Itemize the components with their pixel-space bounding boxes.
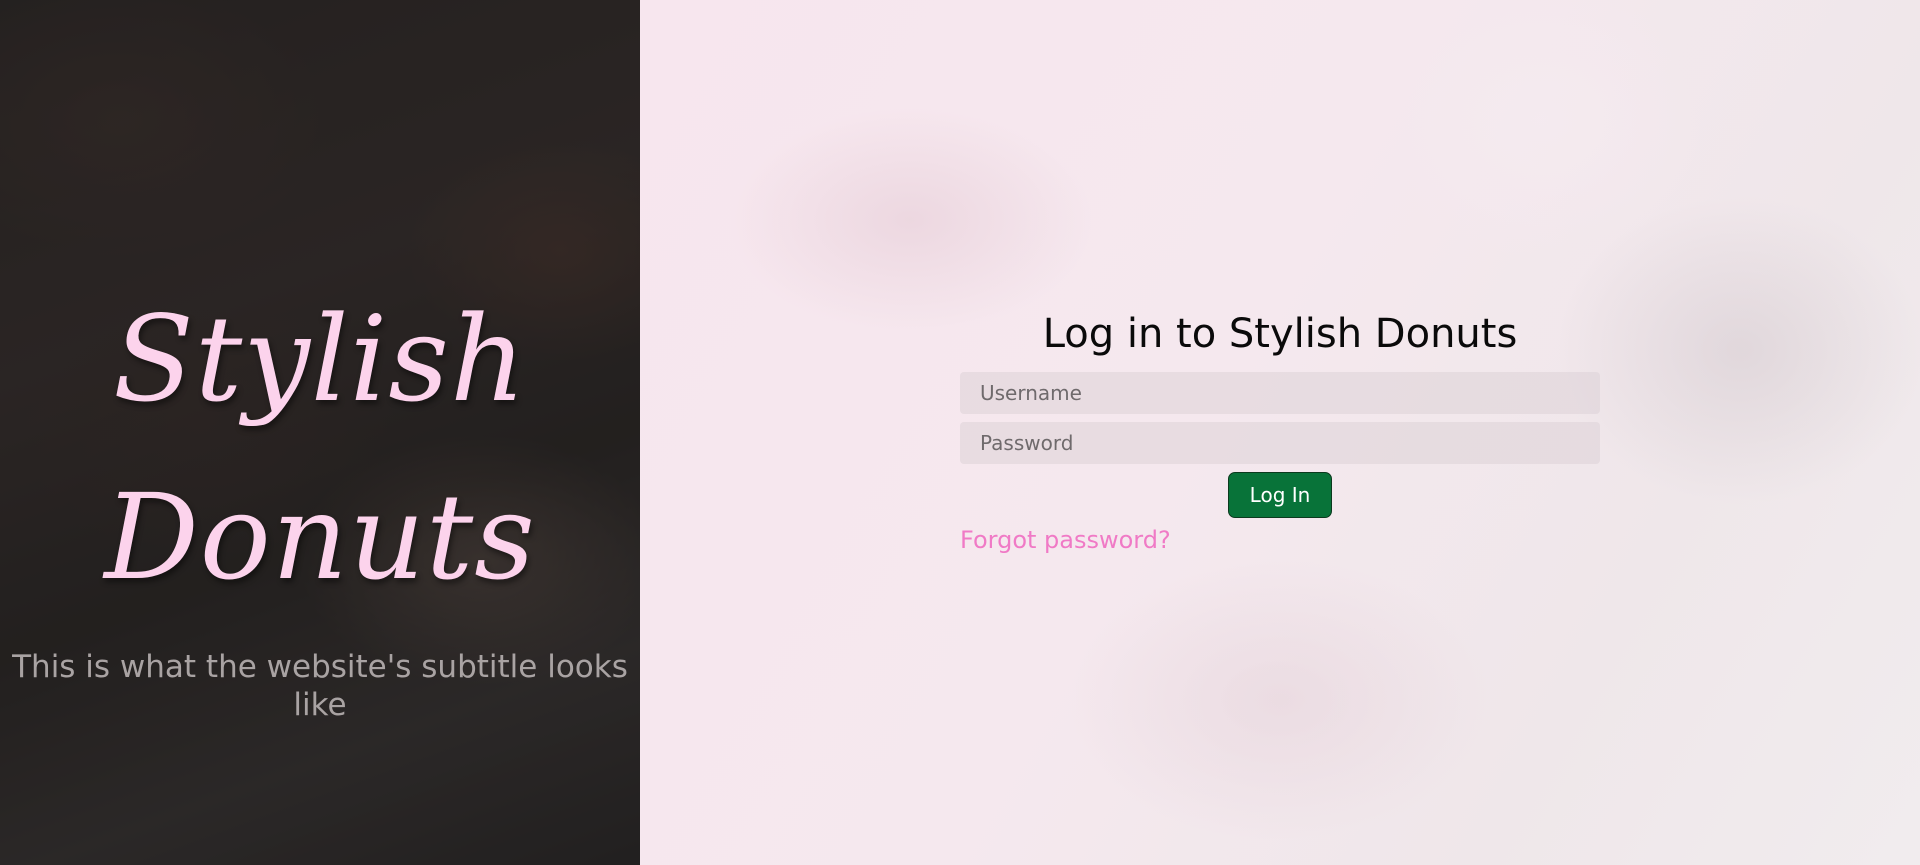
login-panel: Log in to Stylish Donuts Log In Forgot p… bbox=[640, 0, 1920, 865]
hero-panel: Stylish Donuts This is what the website'… bbox=[0, 0, 640, 865]
submit-row: Log In bbox=[960, 472, 1600, 518]
login-button[interactable]: Log In bbox=[1228, 472, 1332, 518]
site-title: Stylish Donuts bbox=[0, 270, 640, 626]
username-input[interactable] bbox=[960, 372, 1600, 414]
login-heading: Log in to Stylish Donuts bbox=[1042, 311, 1518, 357]
hero-content: Stylish Donuts This is what the website'… bbox=[0, 270, 640, 724]
password-input[interactable] bbox=[960, 422, 1600, 464]
site-subtitle: This is what the website's subtitle look… bbox=[12, 649, 628, 723]
site-title-line-2: Donuts bbox=[104, 468, 536, 606]
site-title-line-1: Stylish bbox=[113, 290, 527, 428]
forgot-password-link[interactable]: Forgot password? bbox=[960, 526, 1171, 554]
login-form: Log in to Stylish Donuts Log In Forgot p… bbox=[960, 308, 1600, 554]
